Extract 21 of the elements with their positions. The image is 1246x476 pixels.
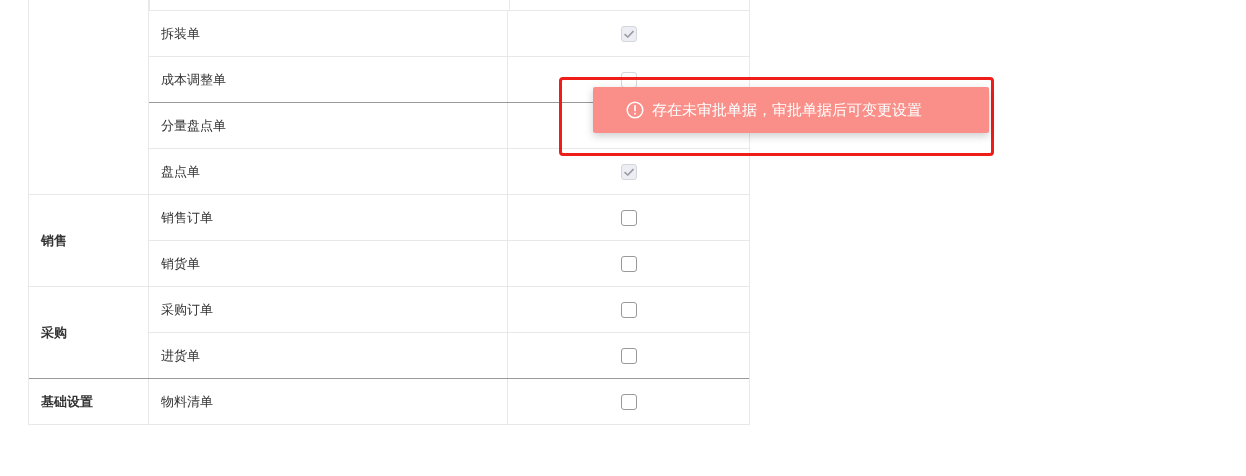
document-name: 拆装单	[161, 24, 200, 43]
category-label: 采购	[41, 323, 67, 342]
document-name: 销货单	[161, 254, 200, 273]
document-name: 销售订单	[161, 208, 213, 227]
document-name: 成本调整单	[161, 70, 226, 89]
document-name: 进货单	[161, 346, 200, 365]
category-label: 销售	[41, 231, 67, 250]
check-icon	[623, 29, 634, 38]
checkbox[interactable]	[620, 255, 637, 272]
checkbox[interactable]	[620, 209, 637, 226]
document-name: 采购订单	[161, 300, 213, 319]
checkbox[interactable]	[620, 347, 637, 364]
document-name: 盘点单	[161, 162, 200, 181]
document-name: 分量盘点单	[161, 116, 226, 135]
check-icon	[623, 167, 634, 176]
checkbox[interactable]	[620, 393, 637, 410]
toast-message: 存在未审批单据，审批单据后可变更设置	[652, 100, 922, 120]
category-label: 基础设置	[41, 392, 93, 411]
checkbox[interactable]	[620, 301, 637, 318]
warning-icon	[626, 101, 644, 119]
document-name: 物料清单	[161, 392, 213, 411]
